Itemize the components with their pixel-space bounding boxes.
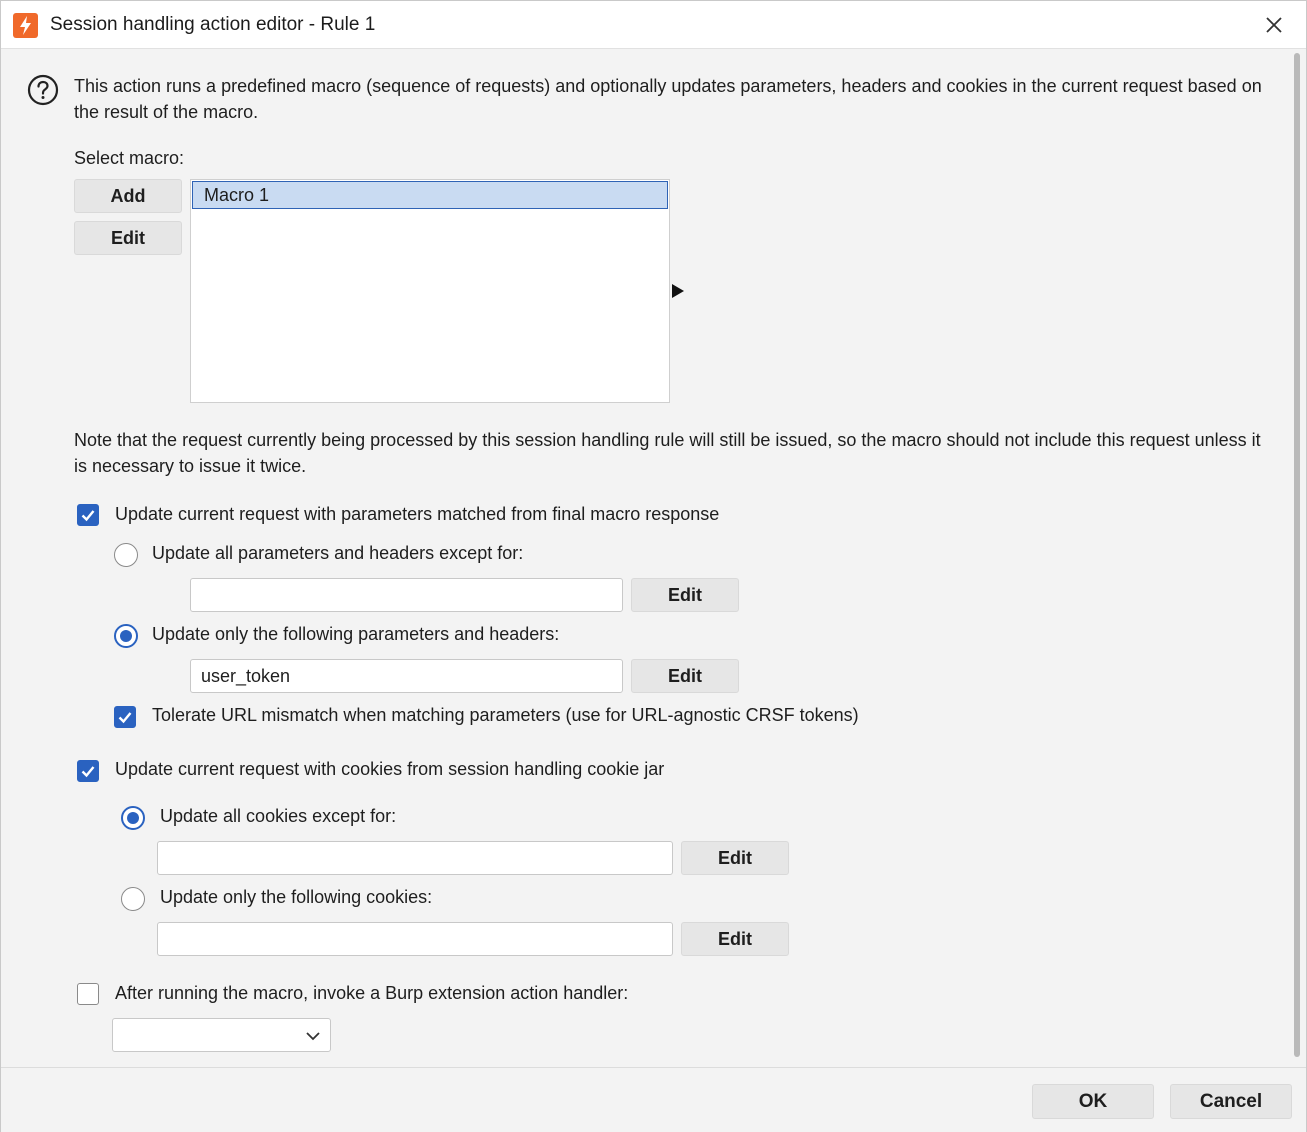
help-icon[interactable] xyxy=(27,74,59,106)
expand-arrow-icon[interactable] xyxy=(672,284,684,298)
edit-macro-button[interactable]: Edit xyxy=(74,221,182,255)
chevron-down-icon xyxy=(306,1032,320,1041)
checkmark-icon xyxy=(81,510,95,522)
vertical-scrollbar[interactable] xyxy=(1292,53,1302,1057)
cookies-only-edit-button[interactable]: Edit xyxy=(681,922,789,956)
update-cookies-label: Update current request with cookies from… xyxy=(115,759,665,779)
cookies-only-label: Update only the following cookies: xyxy=(160,887,433,907)
window-title: Session handling action editor - Rule 1 xyxy=(50,14,376,35)
cookies-only-field[interactable] xyxy=(157,922,673,956)
title-bar: Session handling action editor - Rule 1 xyxy=(1,1,1306,49)
macro-list-item-selected[interactable]: Macro 1 xyxy=(192,181,668,209)
ok-button[interactable]: OK xyxy=(1032,1084,1154,1119)
params-only-radio[interactable] xyxy=(114,624,138,648)
params-only-label: Update only the following parameters and… xyxy=(152,624,560,644)
params-all-except-edit-button[interactable]: Edit xyxy=(631,578,739,612)
update-params-checkbox[interactable] xyxy=(77,504,99,526)
checkmark-icon xyxy=(81,766,95,778)
extension-handler-label: After running the macro, invoke a Burp e… xyxy=(115,983,629,1003)
macro-list[interactable]: Macro 1 xyxy=(190,179,670,403)
scrollbar-thumb[interactable] xyxy=(1294,53,1300,1057)
macro-note: Note that the request currently being pr… xyxy=(74,430,1261,476)
dialog-window: Session handling action editor - Rule 1 … xyxy=(0,0,1307,1132)
extension-handler-dropdown[interactable] xyxy=(112,1018,331,1052)
action-description: This action runs a predefined macro (seq… xyxy=(74,76,1262,122)
update-params-label: Update current request with parameters m… xyxy=(115,504,720,524)
tolerate-url-label: Tolerate URL mismatch when matching para… xyxy=(152,705,859,725)
extension-handler-checkbox[interactable] xyxy=(77,983,99,1005)
checkmark-icon xyxy=(118,712,132,724)
burp-app-icon xyxy=(13,13,38,38)
cookies-all-except-field[interactable] xyxy=(157,841,673,875)
tolerate-url-checkbox[interactable] xyxy=(114,706,136,728)
cookies-only-radio[interactable] xyxy=(121,887,145,911)
dialog-footer: OK Cancel xyxy=(1,1067,1306,1132)
select-macro-label: Select macro: xyxy=(74,148,185,168)
cookies-all-except-radio[interactable] xyxy=(121,806,145,830)
close-icon[interactable] xyxy=(1260,11,1288,39)
params-all-except-radio[interactable] xyxy=(114,543,138,567)
cookies-all-except-label: Update all cookies except for: xyxy=(160,806,397,826)
params-all-except-field[interactable] xyxy=(190,578,623,612)
update-cookies-checkbox[interactable] xyxy=(77,760,99,782)
params-only-edit-button[interactable]: Edit xyxy=(631,659,739,693)
params-all-except-label: Update all parameters and headers except… xyxy=(152,543,524,563)
add-macro-button[interactable]: Add xyxy=(74,179,182,213)
params-only-field[interactable]: user_token xyxy=(190,659,623,693)
cookies-all-except-edit-button[interactable]: Edit xyxy=(681,841,789,875)
cancel-button[interactable]: Cancel xyxy=(1170,1084,1292,1119)
